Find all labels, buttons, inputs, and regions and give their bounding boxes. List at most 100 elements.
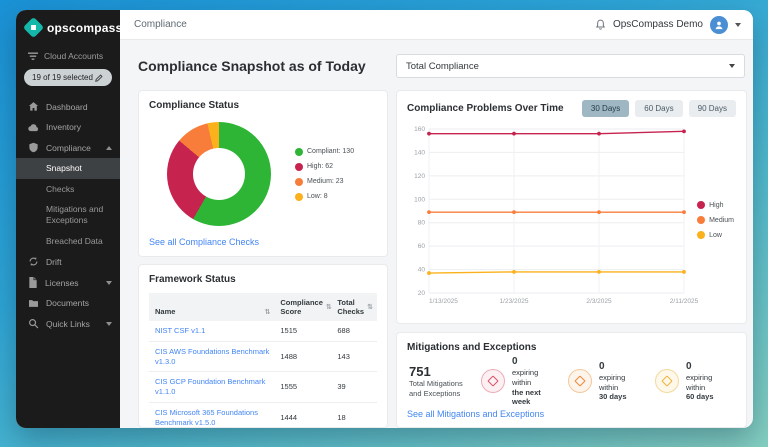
score-cell: 1555 (274, 372, 331, 403)
legend-item: Medium (697, 216, 734, 224)
user-menu[interactable]: OpsCompass Demo (595, 16, 741, 34)
card-title: Framework Status (149, 274, 377, 285)
framework-status-card: Framework Status Name⇅ Compliance Score⇅… (138, 264, 388, 428)
table-row: CIS Microsoft 365 Foundations Benchmark … (149, 402, 377, 428)
compliance-donut-chart (167, 122, 271, 226)
svg-text:1/13/2025: 1/13/2025 (429, 298, 458, 305)
svg-text:120: 120 (414, 173, 425, 180)
sidebar-item-compliance[interactable]: Compliance (16, 137, 120, 158)
legend-dot (697, 231, 705, 239)
opscompass-logo-icon (23, 17, 44, 38)
search-icon (28, 318, 39, 329)
svg-text:60: 60 (418, 243, 426, 250)
svg-text:1/23/2025: 1/23/2025 (500, 298, 529, 305)
gem-icon (655, 369, 679, 393)
range-button-30-days[interactable]: 30 Days (582, 100, 629, 117)
breadcrumb: Compliance (134, 19, 187, 30)
sidebar-item-drift[interactable]: Drift (16, 251, 120, 272)
compliance-submenu: Snapshot Checks Mitigations and Exceptio… (16, 158, 120, 251)
svg-text:2/11/2025: 2/11/2025 (670, 298, 699, 305)
filter-icon (28, 52, 38, 61)
top-bar: Compliance OpsCompass Demo (120, 10, 753, 40)
mitigation-expiry-item: 0 expiring within 30 days (568, 360, 645, 402)
svg-text:160: 160 (414, 126, 425, 133)
framework-table: Name⇅ Compliance Score⇅ Total Checks⇅ NI… (149, 293, 377, 428)
opscompass-logo[interactable]: opscompass (16, 10, 120, 47)
cloud-icon (28, 123, 39, 132)
file-icon (28, 277, 38, 288)
see-all-mitigations-link[interactable]: See all Mitigations and Exceptions (407, 409, 736, 419)
framework-link[interactable]: CIS Microsoft 365 Foundations Benchmark … (155, 408, 258, 427)
content: Compliance Snapshot as of Today Total Co… (120, 40, 753, 428)
main-area: Compliance OpsCompass Demo Compliance Sn… (120, 10, 753, 428)
home-icon (28, 101, 39, 112)
compliance-status-card: Compliance Status Compliant: 130 High: 6… (138, 90, 388, 257)
column-header-compliance-score[interactable]: Compliance Score⇅ (274, 293, 331, 321)
table-row: CIS GCP Foundation Benchmark v1.1.0 1555… (149, 372, 377, 403)
sidebar-item-documents[interactable]: Documents (16, 293, 120, 313)
person-icon (714, 20, 724, 30)
chevron-down-icon[interactable] (735, 23, 741, 27)
sidebar-item-mitigations[interactable]: Mitigations and Exceptions (16, 199, 120, 230)
problems-over-time-card: Compliance Problems Over Time 30 Days 60… (396, 90, 747, 324)
framework-link[interactable]: CIS AWS Foundations Benchmark v1.3.0 (155, 347, 269, 366)
gem-icon (481, 369, 505, 393)
checks-cell: 18 (331, 402, 377, 428)
accounts-selected-pill[interactable]: 19 of 19 selected (24, 69, 112, 86)
svg-text:2/3/2025: 2/3/2025 (586, 298, 612, 305)
framework-link[interactable]: NIST CSF v1.1 (155, 326, 205, 335)
cloud-accounts-label-row: Cloud Accounts (16, 47, 120, 67)
chevron-down-icon (106, 281, 112, 285)
range-button-60-days[interactable]: 60 Days (635, 100, 682, 117)
chevron-up-icon (106, 146, 112, 150)
mitigations-card: Mitigations and Exceptions 751 Total Mit… (396, 332, 747, 428)
pencil-icon[interactable] (95, 73, 104, 82)
legend-item: Medium: 23 (295, 178, 354, 186)
folder-icon (28, 299, 39, 308)
app-window: opscompass Cloud Accounts 19 of 19 selec… (16, 10, 753, 428)
mitigations-total: 751 Total Mitigations and Exceptions (409, 364, 471, 399)
legend-item: High (697, 201, 734, 209)
column-header-total-checks[interactable]: Total Checks⇅ (331, 293, 377, 321)
sidebar-item-snapshot[interactable]: Snapshot (16, 158, 120, 179)
column-header-name[interactable]: Name⇅ (149, 293, 274, 321)
checks-cell: 143 (331, 341, 377, 372)
select-value: Total Compliance (406, 61, 479, 72)
sidebar-item-breached-data[interactable]: Breached Data (16, 231, 120, 252)
card-title: Mitigations and Exceptions (407, 342, 736, 353)
checks-cell: 688 (331, 321, 377, 341)
legend-dot (697, 201, 705, 209)
svg-text:20: 20 (418, 290, 426, 297)
sidebar-item-quick-links[interactable]: Quick Links (16, 313, 120, 334)
compliance-type-select[interactable]: Total Compliance (396, 54, 745, 78)
legend-item: Low (697, 231, 734, 239)
see-all-compliance-checks-link[interactable]: See all Compliance Checks (149, 237, 377, 247)
svg-text:40: 40 (418, 267, 426, 274)
gem-icon (568, 369, 592, 393)
sidebar-item-licenses[interactable]: Licenses (16, 272, 120, 293)
range-button-90-days[interactable]: 90 Days (689, 100, 736, 117)
sidebar: opscompass Cloud Accounts 19 of 19 selec… (16, 10, 120, 428)
legend-dot (295, 163, 303, 171)
bell-icon[interactable] (595, 19, 606, 31)
legend-dot (295, 193, 303, 201)
line-chart-legend: High Medium Low (697, 201, 734, 239)
sidebar-item-checks[interactable]: Checks (16, 179, 120, 200)
card-title: Compliance Status (149, 100, 377, 111)
problems-line-chart: 204060801001201401601/13/20251/23/20252/… (407, 123, 736, 309)
sort-icon: ⇅ (265, 308, 271, 316)
score-cell: 1515 (274, 321, 331, 341)
avatar[interactable] (710, 16, 728, 34)
sidebar-item-inventory[interactable]: Inventory (16, 117, 120, 137)
card-title: Compliance Problems Over Time (407, 103, 564, 114)
framework-link[interactable]: CIS GCP Foundation Benchmark v1.1.0 (155, 377, 265, 396)
sidebar-item-dashboard[interactable]: Dashboard (16, 96, 120, 117)
score-cell: 1488 (274, 341, 331, 372)
chevron-down-icon (729, 64, 735, 68)
sort-icon: ⇅ (326, 303, 332, 311)
checks-cell: 39 (331, 372, 377, 403)
table-row: CIS AWS Foundations Benchmark v1.3.0 148… (149, 341, 377, 372)
svg-text:140: 140 (414, 149, 425, 156)
svg-text:80: 80 (418, 220, 426, 227)
page-title: Compliance Snapshot as of Today (138, 58, 366, 74)
